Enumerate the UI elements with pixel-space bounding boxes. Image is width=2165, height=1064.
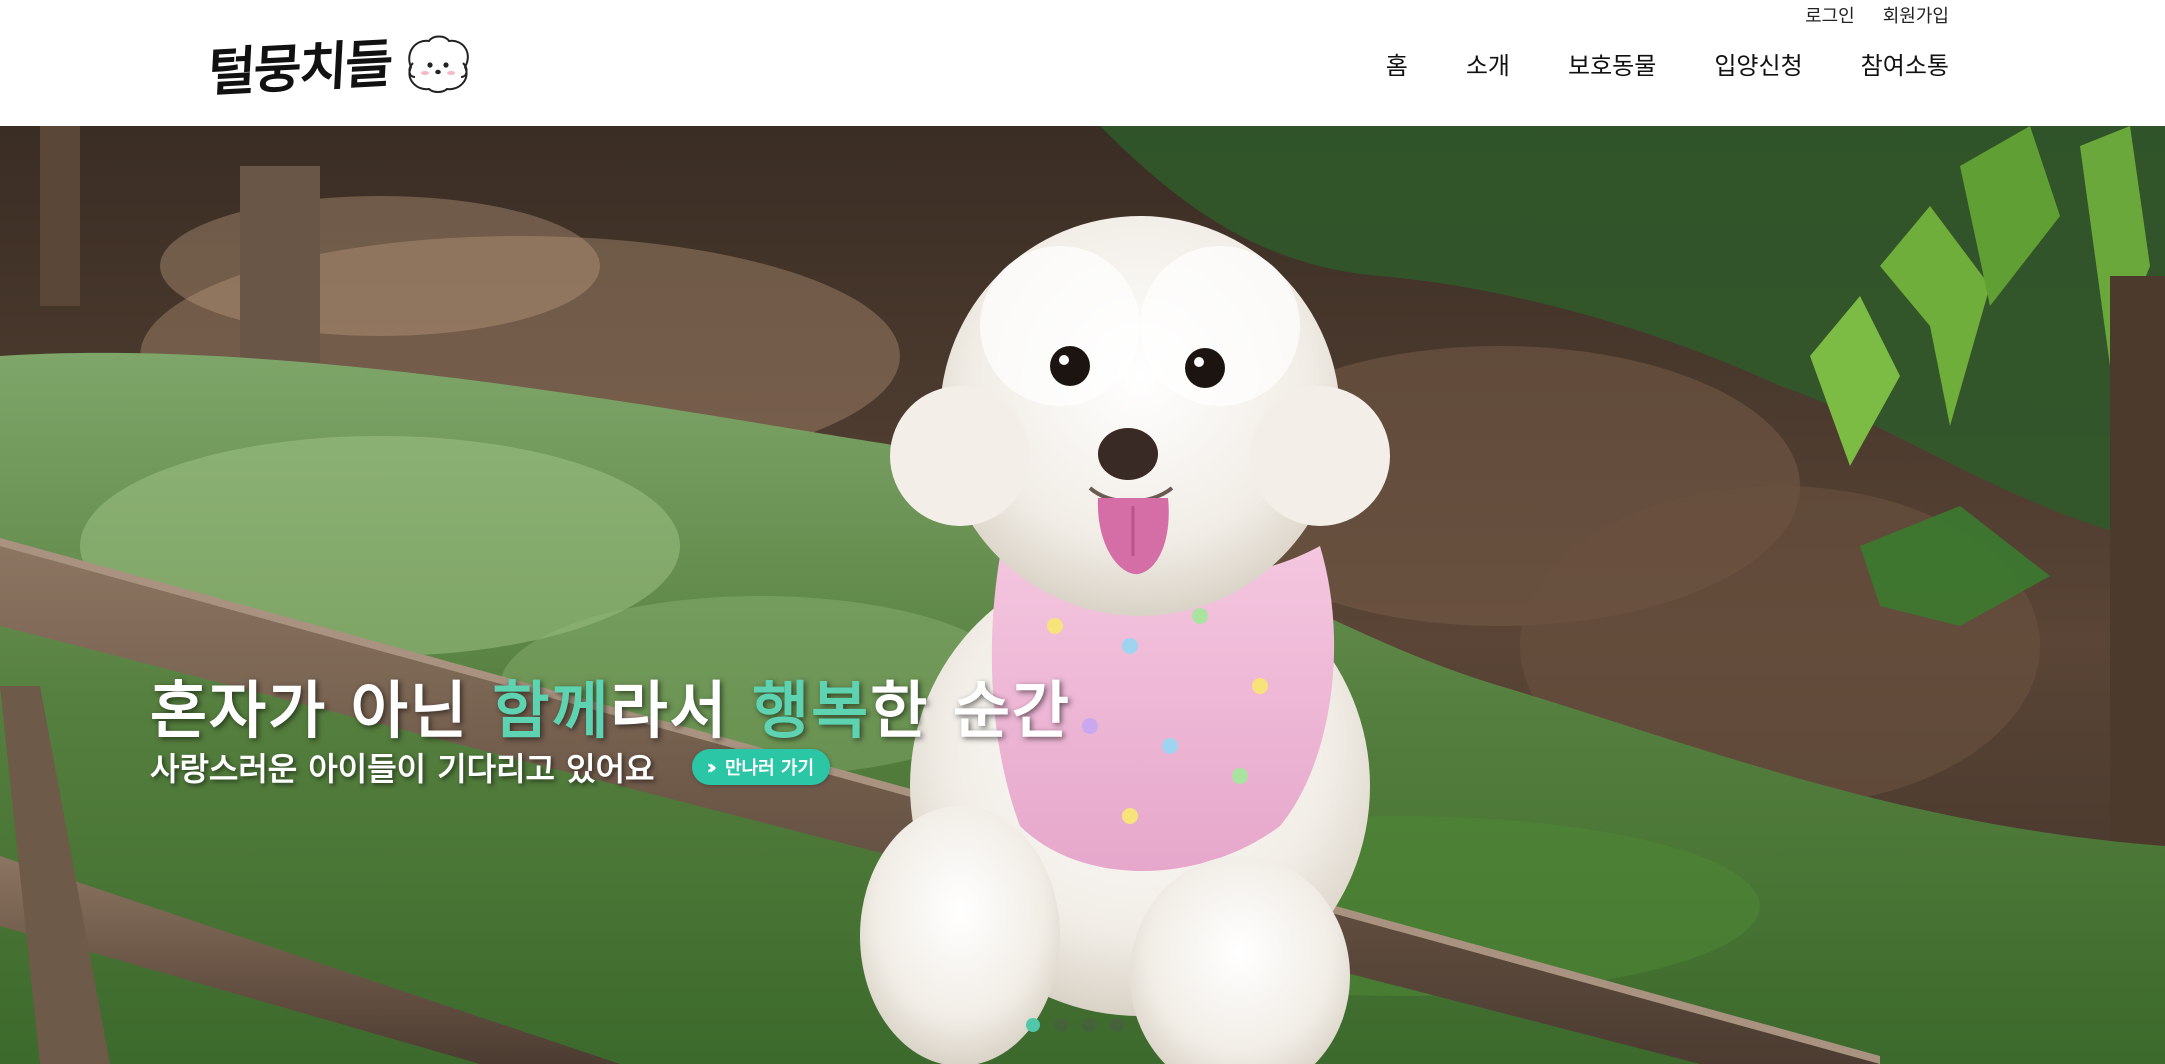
- nav-about[interactable]: 소개: [1466, 46, 1510, 81]
- headline-part-3: 한 순간: [870, 674, 1071, 747]
- headline-part-2: 라서: [610, 674, 753, 747]
- page: 털뭉치들 로그인 회원가입 홈 소개 보호동물 입양신청 참여소통 혼자가 아닌…: [0, 0, 2165, 1064]
- main-nav: 홈 소개 보호동물 입양신청 참여소통: [1386, 46, 1949, 81]
- headline-accent-1: 함께: [492, 674, 611, 747]
- signup-link[interactable]: 회원가입: [1883, 2, 1949, 28]
- hero-headline: 혼자가 아닌 함께라서 행복한 순간: [150, 660, 1071, 750]
- site-logo[interactable]: 털뭉치들: [206, 26, 475, 104]
- login-link[interactable]: 로그인: [1805, 2, 1855, 28]
- slider-dots: [1026, 1018, 1124, 1032]
- nav-animals[interactable]: 보호동물: [1568, 46, 1656, 81]
- slider-dot-1[interactable]: [1026, 1018, 1040, 1032]
- nav-community[interactable]: 참여소통: [1861, 46, 1949, 81]
- nav-adoption[interactable]: 입양신청: [1714, 46, 1802, 81]
- meet-button-label: 만나러 가기: [724, 758, 815, 779]
- hero-sub-row: 사랑스러운 아이들이 기다리고 있어요 ›› 만나러 가기: [150, 744, 831, 790]
- hero-subtitle: 사랑스러운 아이들이 기다리고 있어요: [150, 750, 655, 788]
- headline-part-1: 혼자가 아닌: [150, 674, 493, 747]
- hero-slider: 혼자가 아닌 함께라서 행복한 순간 사랑스러운 아이들이 기다리고 있어요 ›…: [0, 126, 2165, 1064]
- headline-accent-2: 행복: [752, 674, 871, 747]
- slider-dot-4[interactable]: [1110, 1018, 1124, 1032]
- hero-image-poodle: [0, 126, 2165, 1064]
- slider-dot-3[interactable]: [1082, 1018, 1096, 1032]
- logo-text: 털뭉치들: [206, 34, 393, 104]
- nav-home[interactable]: 홈: [1386, 46, 1408, 81]
- slider-dot-2[interactable]: [1054, 1018, 1068, 1032]
- double-chevron-right-icon: ››: [706, 755, 717, 779]
- site-header: 털뭉치들 로그인 회원가입 홈 소개 보호동물 입양신청 참여소통: [0, 0, 2165, 126]
- meet-button[interactable]: ›› 만나러 가기: [692, 749, 831, 785]
- account-links: 로그인 회원가입: [1805, 2, 1949, 28]
- dog-logo-icon: [408, 35, 470, 93]
